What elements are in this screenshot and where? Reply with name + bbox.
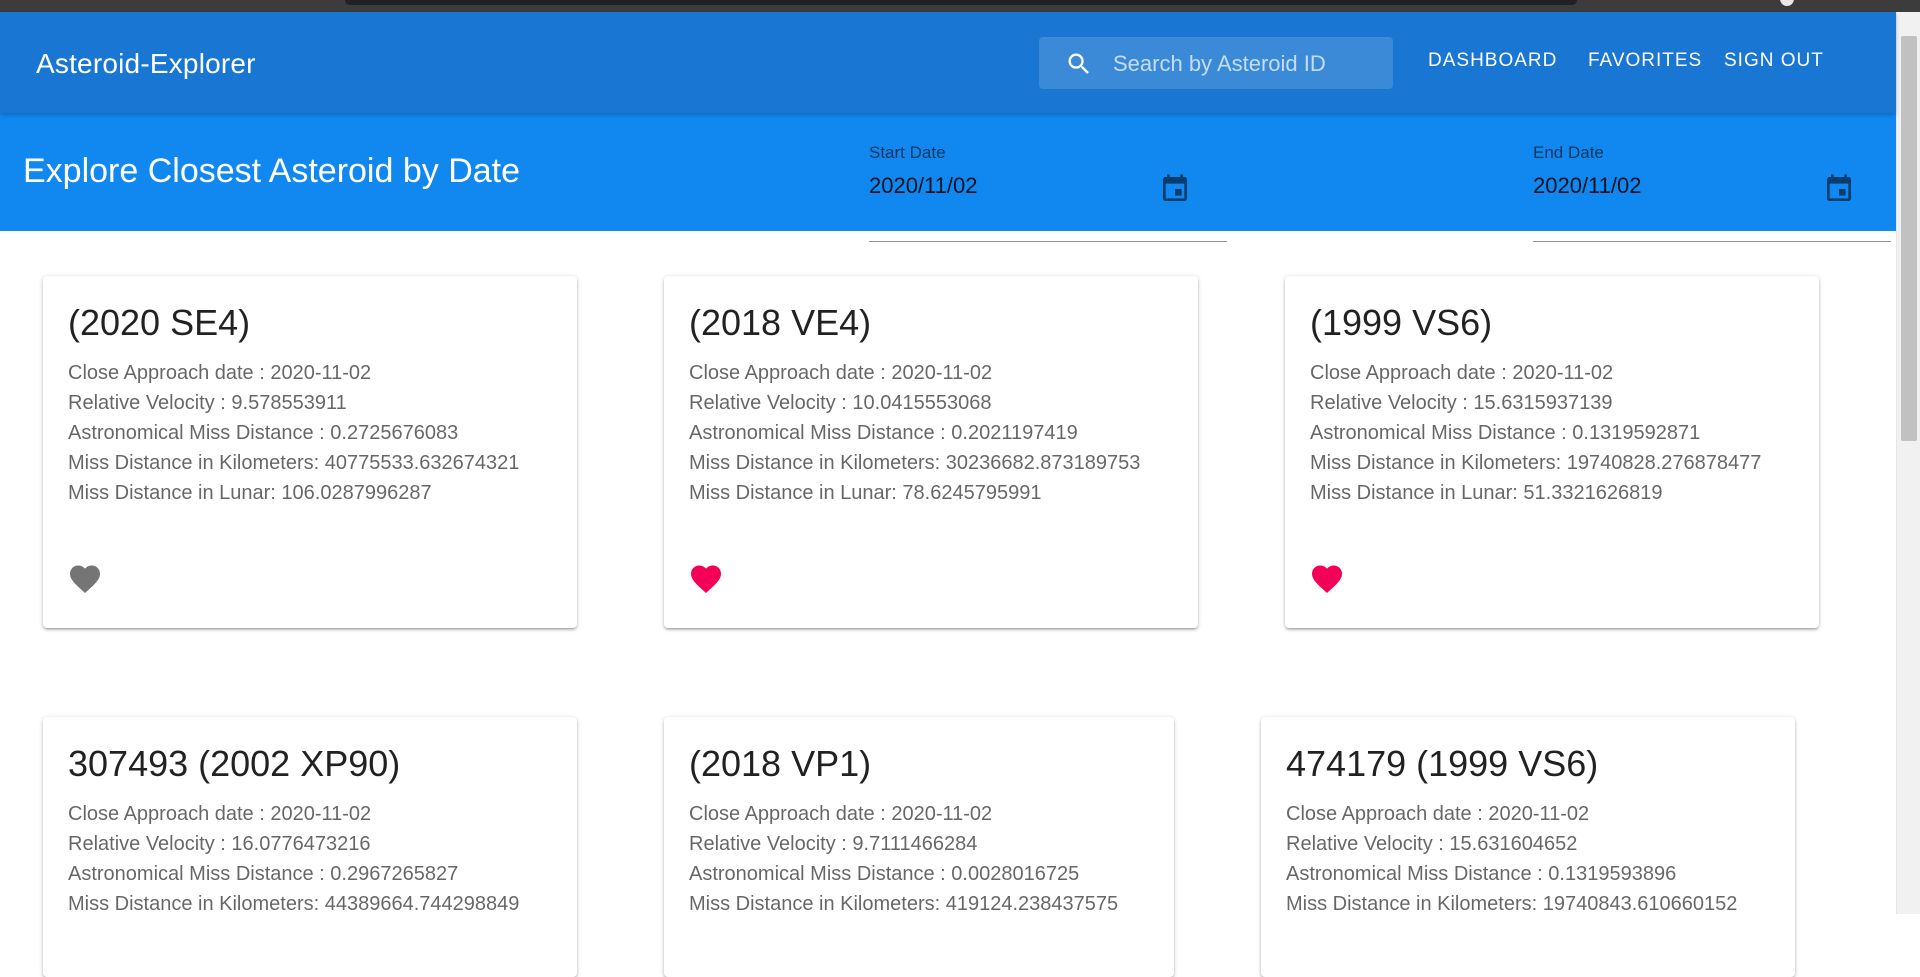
browser-top-strip <box>0 0 1920 12</box>
heart-icon[interactable] <box>67 561 103 597</box>
start-date-field[interactable]: Start Date 2020/11/02 <box>869 143 1227 242</box>
scrollbar-thumb[interactable] <box>1901 36 1917 441</box>
asteroid-name: 474179 (1999 VS6) <box>1286 743 1599 784</box>
end-date-underline <box>1533 241 1891 242</box>
asteroid-name: (2018 VE4) <box>689 302 872 343</box>
miss-distance-km: Miss Distance in Kilometers: 19740828.27… <box>1310 452 1762 474</box>
nav-dashboard-button[interactable]: DASHBOARD <box>1428 50 1557 72</box>
asteroid-card: (2020 SE4) Close Approach date : 2020-11… <box>43 276 577 628</box>
asteroid-name: 307493 (2002 XP90) <box>68 743 401 784</box>
miss-distance-lunar: Miss Distance in Lunar: 78.6245795991 <box>689 482 1042 504</box>
miss-distance-km: Miss Distance in Kilometers: 419124.2384… <box>689 893 1119 915</box>
miss-distance-km: Miss Distance in Kilometers: 44389664.74… <box>68 893 520 915</box>
asteroid-name: (2020 SE4) <box>68 302 251 343</box>
close-approach-date: Close Approach date : 2020-11-02 <box>68 803 372 825</box>
search-input[interactable] <box>1111 45 1385 83</box>
address-bar-edge <box>345 0 1577 5</box>
astronomical-miss-distance: Astronomical Miss Distance : 0.131959287… <box>1310 422 1701 444</box>
nav-favorites-button[interactable]: FAVORITES <box>1588 50 1702 72</box>
asteroid-card: 307493 (2002 XP90) Close Approach date :… <box>43 717 577 977</box>
start-date-underline <box>869 241 1227 242</box>
asteroid-name: (1999 VS6) <box>1310 302 1493 343</box>
astronomical-miss-distance: Astronomical Miss Distance : 0.202119741… <box>689 422 1078 444</box>
date-toolbar: Explore Closest Asteroid by Date Start D… <box>0 113 1896 242</box>
relative-velocity: Relative Velocity : 9.7111466284 <box>689 833 978 855</box>
start-date-value[interactable]: 2020/11/02 <box>869 173 977 199</box>
calendar-icon[interactable] <box>1159 173 1191 205</box>
nav-sign-out-button[interactable]: SIGN OUT <box>1724 50 1824 72</box>
heart-icon[interactable] <box>688 561 724 597</box>
relative-velocity: Relative Velocity : 16.0776473216 <box>68 833 371 855</box>
search-box[interactable] <box>1039 37 1393 89</box>
astronomical-miss-distance: Astronomical Miss Distance : 0.272567608… <box>68 422 459 444</box>
close-approach-date: Close Approach date : 2020-11-02 <box>68 362 372 384</box>
astronomical-miss-distance: Astronomical Miss Distance : 0.131959389… <box>1286 863 1677 885</box>
browser-profile-icon <box>1780 0 1794 6</box>
miss-distance-km: Miss Distance in Kilometers: 19740843.61… <box>1286 893 1738 915</box>
asteroid-name: (2018 VP1) <box>689 743 872 784</box>
miss-distance-km: Miss Distance in Kilometers: 30236682.87… <box>689 452 1141 474</box>
end-date-label: End Date <box>1533 143 1604 162</box>
relative-velocity: Relative Velocity : 15.6315937139 <box>1310 392 1613 414</box>
close-approach-date: Close Approach date : 2020-11-02 <box>689 803 993 825</box>
close-approach-date: Close Approach date : 2020-11-02 <box>1286 803 1590 825</box>
page-title: Explore Closest Asteroid by Date <box>23 152 521 190</box>
app-title[interactable]: Asteroid-Explorer <box>36 48 256 80</box>
asteroid-card: 474179 (1999 VS6) Close Approach date : … <box>1261 717 1795 977</box>
asteroid-card: (2018 VP1) Close Approach date : 2020-11… <box>664 717 1174 977</box>
end-date-field[interactable]: End Date 2020/11/02 <box>1533 143 1891 242</box>
heart-icon[interactable] <box>1309 561 1345 597</box>
asteroid-card: (1999 VS6) Close Approach date : 2020-11… <box>1285 276 1819 628</box>
relative-velocity: Relative Velocity : 10.0415553068 <box>689 392 992 414</box>
search-icon <box>1068 53 1089 74</box>
end-date-value[interactable]: 2020/11/02 <box>1533 173 1641 199</box>
astronomical-miss-distance: Astronomical Miss Distance : 0.002801672… <box>689 863 1080 885</box>
page-scrollbar[interactable] <box>1896 12 1920 914</box>
app-bar: Asteroid-Explorer DASHBOARD FAVORITES SI… <box>0 12 1896 113</box>
start-date-label: Start Date <box>869 143 946 162</box>
relative-velocity: Relative Velocity : 9.578553911 <box>68 392 347 414</box>
miss-distance-km: Miss Distance in Kilometers: 40775533.63… <box>68 452 520 474</box>
close-approach-date: Close Approach date : 2020-11-02 <box>1310 362 1614 384</box>
calendar-icon[interactable] <box>1823 173 1855 205</box>
miss-distance-lunar: Miss Distance in Lunar: 106.0287996287 <box>68 482 432 504</box>
close-approach-date: Close Approach date : 2020-11-02 <box>689 362 993 384</box>
astronomical-miss-distance: Astronomical Miss Distance : 0.296726582… <box>68 863 459 885</box>
miss-distance-lunar: Miss Distance in Lunar: 51.3321626819 <box>1310 482 1663 504</box>
asteroid-card: (2018 VE4) Close Approach date : 2020-11… <box>664 276 1198 628</box>
relative-velocity: Relative Velocity : 15.631604652 <box>1286 833 1578 855</box>
